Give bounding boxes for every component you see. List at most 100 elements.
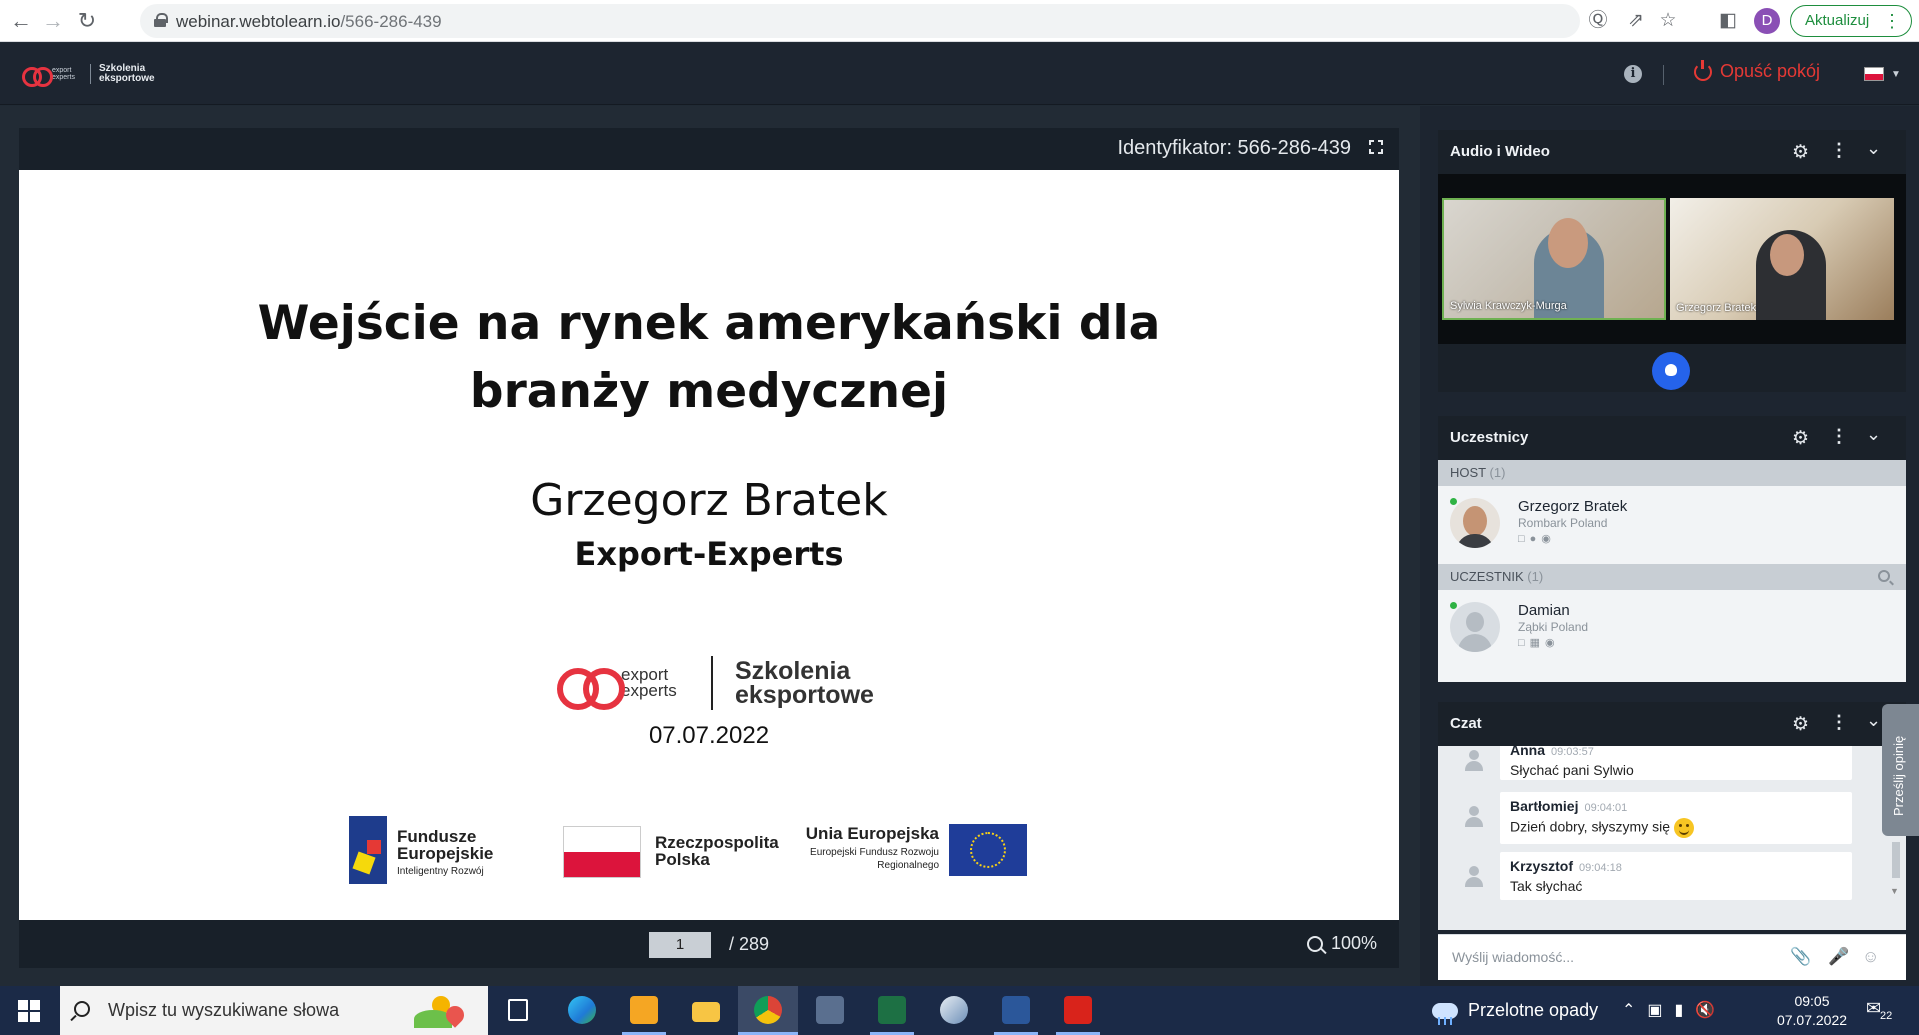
video-tile[interactable]: Grzegorz Bratek xyxy=(1670,198,1894,320)
gear-icon[interactable]: ⚙ xyxy=(1792,427,1809,450)
leave-room-button[interactable]: Opuść pokój xyxy=(1694,59,1820,82)
chat-messages[interactable]: Anna 09:03:57 Słychać pani Sylwio Bartłom… xyxy=(1438,746,1906,930)
url-text: webinar.webtolearn.io/566-286-439 xyxy=(176,12,442,31)
presentation-topbar: Identyfikator: 566-286-439 xyxy=(19,128,1399,170)
ee-logo-icon xyxy=(557,668,625,710)
weather-widget[interactable]: Przelotne opady xyxy=(1432,1000,1598,1025)
page-number-input[interactable]: 1 xyxy=(649,932,711,958)
back-icon[interactable]: ← xyxy=(8,8,34,34)
avatar xyxy=(1450,602,1500,652)
chat-panel-header: Czat ⚙ ⋮ ⌄ xyxy=(1438,702,1906,746)
app-logo[interactable]: export experts Szkolenia eksportowe xyxy=(22,63,159,87)
chat-scrollbar[interactable] xyxy=(1892,842,1900,878)
participants-panel-header: Uczestnicy ⚙ ⋮ ⌄ xyxy=(1438,416,1906,460)
video-tile[interactable]: Sylwia Krawczyk-Murga xyxy=(1442,198,1666,320)
acrobat-icon[interactable] xyxy=(1048,986,1108,1035)
device-icons: □●◉ xyxy=(1518,533,1556,545)
participant-row[interactable]: Damian Ząbki Poland □▦◉ xyxy=(1438,590,1906,668)
update-button[interactable]: Aktualizuj ⋮ xyxy=(1790,5,1912,37)
word-icon[interactable] xyxy=(986,986,1046,1035)
slide: Wejście na rynek amerykański dla branży … xyxy=(19,170,1399,920)
clock[interactable]: 09:05 07.07.2022 xyxy=(1768,992,1856,1030)
fullscreen-icon[interactable] xyxy=(1369,140,1383,154)
gear-icon[interactable]: ⚙ xyxy=(1792,141,1809,164)
avatar xyxy=(1464,806,1484,828)
poland-flag-icon xyxy=(563,826,641,878)
participants-list: HOST (1) Grzegorz Bratek Rombark Poland … xyxy=(1438,460,1906,682)
online-status-icon xyxy=(1450,498,1457,505)
av-panel: Sylwia Krawczyk-Murga Grzegorz Bratek xyxy=(1438,174,1906,392)
excel-icon[interactable] xyxy=(862,986,922,1035)
slide-speaker: Grzegorz Bratek xyxy=(530,475,888,526)
edge-icon[interactable] xyxy=(552,986,612,1035)
slide-date: 07.07.2022 xyxy=(648,722,770,749)
task-view-icon[interactable] xyxy=(488,986,548,1035)
slide-company: Export-Experts xyxy=(574,535,844,573)
forward-icon[interactable]: → xyxy=(40,8,66,34)
funding-logos: Fundusze Europejskie Inteligentny Rozwój… xyxy=(349,816,1089,888)
scroll-down-icon[interactable]: ▼ xyxy=(1890,886,1899,896)
taskbar-search[interactable]: Wpisz tu wyszukiwane słowa xyxy=(60,986,488,1035)
search-highlight-icon xyxy=(410,994,470,1028)
more-menu-icon: ⋮ xyxy=(1883,11,1901,31)
side-panel-icon[interactable]: ◧ xyxy=(1716,9,1740,33)
chrome-icon[interactable] xyxy=(738,986,798,1035)
avatar xyxy=(1450,498,1500,548)
paint-icon[interactable] xyxy=(924,986,984,1035)
chevron-down-icon[interactable]: ⌄ xyxy=(1866,710,1881,731)
chevron-down-icon[interactable]: ⌄ xyxy=(1866,138,1881,159)
system-tray[interactable]: ⌃▣▮🔇 xyxy=(1622,1000,1727,1020)
page-total: / 289 xyxy=(729,934,770,954)
calculator-icon[interactable] xyxy=(800,986,860,1035)
kebab-icon[interactable]: ⋮ xyxy=(1830,140,1848,161)
outlook-icon[interactable] xyxy=(614,986,674,1035)
smiley-emoji-icon xyxy=(1674,818,1695,838)
host-group: HOST (1) xyxy=(1438,460,1906,486)
emoji-icon[interactable]: ☺ xyxy=(1862,947,1879,967)
share-icon[interactable]: ⇗ xyxy=(1624,9,1648,33)
gear-icon[interactable]: ⚙ xyxy=(1792,713,1809,736)
windows-taskbar: Wpisz tu wyszukiwane słowa Przelotne opa… xyxy=(0,986,1919,1035)
translate-icon[interactable]: Ⓠ xyxy=(1586,9,1610,33)
search-icon[interactable] xyxy=(1878,570,1890,582)
chevron-down-icon[interactable]: ⌄ xyxy=(1866,424,1881,445)
slide-logo: export experts Szkolenia eksportowe xyxy=(557,655,874,711)
bookmark-star-icon[interactable]: ☆ xyxy=(1656,9,1680,33)
search-icon xyxy=(74,1001,90,1017)
rain-cloud-icon xyxy=(1432,1002,1458,1025)
eu-flag-icon xyxy=(949,824,1027,876)
attachment-icon[interactable]: 📎 xyxy=(1790,947,1811,967)
chat-input[interactable]: Wyślij wiadomość... 📎 🎤 ☺ xyxy=(1438,934,1906,980)
chevron-down-icon[interactable]: ▼ xyxy=(1891,69,1901,80)
microphone-icon[interactable]: 🎤 xyxy=(1828,947,1849,967)
raise-hand-button[interactable] xyxy=(1652,352,1690,390)
av-panel-header: Audio i Wideo ⚙ ⋮ ⌄ xyxy=(1438,130,1906,174)
language-flag-pl[interactable] xyxy=(1864,67,1884,81)
lock-icon xyxy=(154,13,168,27)
windows-start-icon[interactable] xyxy=(18,1000,40,1022)
eu-funds-logo-icon xyxy=(349,816,387,884)
file-explorer-icon[interactable] xyxy=(676,986,736,1035)
reload-icon[interactable]: ↻ xyxy=(74,8,100,34)
participant-row[interactable]: Grzegorz Bratek Rombark Poland □●◉ xyxy=(1438,486,1906,564)
notifications-icon[interactable]: ✉ 22 xyxy=(1866,998,1894,1022)
kebab-icon[interactable]: ⋮ xyxy=(1830,712,1848,733)
presentation-controls: 1 / 289 100% xyxy=(19,920,1399,968)
slide-title: Wejście na rynek amerykański dla branży … xyxy=(257,296,1161,419)
feedback-tab[interactable]: Prześlij opinię xyxy=(1882,704,1919,836)
presentation-area: Identyfikator: 566-286-439 Wejście na ry… xyxy=(0,106,1420,986)
zoom-control[interactable]: 100% xyxy=(1306,933,1377,954)
device-icons: □▦◉ xyxy=(1518,637,1560,649)
profile-avatar[interactable]: D xyxy=(1754,8,1780,34)
kebab-icon[interactable]: ⋮ xyxy=(1830,426,1848,447)
side-panels: Audio i Wideo ⚙ ⋮ ⌄ Sylwia Krawczyk-Murg… xyxy=(1420,106,1919,986)
avatar xyxy=(1464,750,1484,772)
zoom-icon xyxy=(1306,935,1323,952)
online-status-icon xyxy=(1450,602,1457,609)
app-header: export experts Szkolenia eksportowe i Op… xyxy=(0,43,1919,105)
browser-toolbar: ← → ↻ webinar.webtolearn.io/566-286-439 … xyxy=(0,0,1919,42)
power-icon xyxy=(1694,59,1712,81)
info-icon[interactable]: i xyxy=(1624,65,1642,83)
avatar xyxy=(1464,866,1484,888)
address-bar[interactable]: webinar.webtolearn.io/566-286-439 Ⓠ ⇗ ☆ xyxy=(140,4,1677,38)
